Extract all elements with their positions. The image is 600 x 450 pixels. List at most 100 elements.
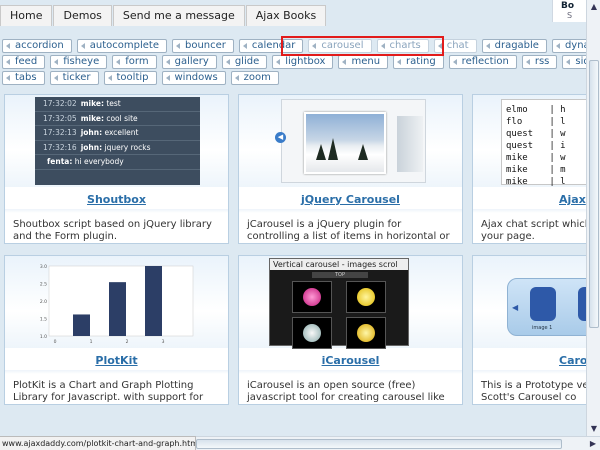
nav-send-message[interactable]: Send me a message bbox=[112, 5, 245, 26]
plot-ytick-label: 1.5 bbox=[40, 317, 47, 323]
tag-reflection[interactable]: reflection bbox=[448, 55, 517, 69]
card-separator bbox=[239, 370, 462, 374]
card-separator bbox=[239, 209, 462, 213]
card-carousel: ◀ image 1 Caro This is a Prototype ver B… bbox=[472, 255, 586, 405]
card-shoutbox: 17:32:02 mike: test 17:32:05 mike: cool si… bbox=[4, 94, 229, 244]
nav-ajax-books[interactable]: Ajax Books bbox=[245, 5, 327, 26]
chat-line: mike | l bbox=[506, 177, 566, 187]
scroll-right-icon[interactable]: ▶ bbox=[587, 438, 599, 450]
plot-ytick-label: 2.0 bbox=[40, 299, 47, 305]
shout-line: 17:32:02 mike: test bbox=[35, 97, 200, 112]
corner-widget-label: Bo bbox=[561, 1, 575, 11]
yellow-flower-icon bbox=[357, 288, 375, 306]
tag-sidenotes[interactable]: sidenotes bbox=[562, 55, 586, 69]
card-jquery-carousel: ◀ jQuery Carousel jCarousel is a jQuery … bbox=[238, 94, 463, 244]
card-title-link[interactable]: Ajax bbox=[473, 191, 586, 209]
shout-time: 17:32:13 bbox=[43, 128, 77, 137]
tag-zoom[interactable]: zoom bbox=[230, 71, 279, 85]
tree-shape bbox=[316, 144, 326, 160]
horizontal-scroll-thumb[interactable] bbox=[196, 439, 562, 449]
nav-home[interactable]: Home bbox=[0, 5, 53, 26]
tag-bouncer[interactable]: bouncer bbox=[171, 39, 234, 53]
card-ajax-chat: elmo | h flo | l quest | w quest | i mike | … bbox=[472, 94, 586, 244]
monster-icon bbox=[530, 287, 556, 321]
carousel-thumbnail[interactable]: ◀ image 1 bbox=[507, 278, 586, 336]
tag-rating[interactable]: rating bbox=[393, 55, 444, 69]
corner-widget[interactable]: Bo S bbox=[552, 0, 586, 22]
yellow-flower-icon bbox=[357, 324, 375, 342]
tag-feed[interactable]: feed bbox=[2, 55, 46, 69]
tag-windows[interactable]: windows bbox=[161, 71, 226, 85]
tag-glide[interactable]: glide bbox=[221, 55, 268, 69]
arrow-left-icon[interactable]: ◀ bbox=[275, 132, 286, 143]
card-separator bbox=[473, 209, 586, 213]
shout-msg: cool site bbox=[106, 113, 138, 123]
tag-calendar[interactable]: calendar bbox=[238, 39, 304, 53]
card-separator bbox=[473, 370, 586, 374]
card-thumbnail-area: ◀ bbox=[239, 95, 462, 187]
card-description: Shoutbox script based on jQuery library … bbox=[13, 219, 212, 242]
card-title-link[interactable]: PlotKit bbox=[5, 352, 228, 370]
card-description-text: This is a Prototype ver Bill Scott's Car… bbox=[481, 380, 586, 403]
tag-cloud: accordion autocomplete bouncer calendar … bbox=[2, 39, 586, 87]
plotkit-chart-thumbnail[interactable]: 1.0 1.5 2.0 2.5 3.0 0 1 2 3 bbox=[35, 262, 200, 346]
shout-time: 17:32:02 bbox=[43, 99, 77, 108]
plot-bar bbox=[109, 282, 126, 336]
shoutbox-thumbnail[interactable]: 17:32:02 mike: test 17:32:05 mike: cool si… bbox=[35, 97, 200, 185]
status-bar-url: www.ajaxdaddy.com/plotkit-chart-and-grap… bbox=[0, 436, 196, 450]
card-title-link[interactable]: iCarousel bbox=[239, 352, 462, 370]
tag-dynamic-content[interactable]: dynamic-conte bbox=[551, 39, 586, 53]
vertical-scroll-thumb[interactable] bbox=[589, 60, 599, 328]
shout-time: 17:32:16 bbox=[43, 142, 77, 152]
top-navigation: Home Demos Send me a message Ajax Books bbox=[0, 5, 327, 26]
tag-fisheye[interactable]: fisheye bbox=[50, 55, 108, 69]
card-description: iCarousel is an open source (free) javas… bbox=[247, 380, 445, 403]
tag-tabs[interactable]: tabs bbox=[2, 71, 45, 85]
tag-carousel[interactable]: carousel bbox=[308, 39, 372, 53]
plot-ytick-label: 1.0 bbox=[40, 334, 47, 340]
tag-lightbox[interactable]: lightbox bbox=[272, 55, 334, 69]
plot-ytick-label: 2.5 bbox=[40, 282, 47, 288]
card-separator bbox=[5, 370, 228, 374]
tag-chat[interactable]: chat bbox=[433, 39, 477, 53]
chat-line: quest | i bbox=[506, 141, 566, 151]
shout-msg: jquery rocks bbox=[104, 142, 151, 152]
card-title-link[interactable]: jQuery Carousel bbox=[239, 191, 462, 209]
tag-ticker[interactable]: ticker bbox=[49, 71, 99, 85]
icarousel-thumbnail[interactable]: Vertical carousel - images scrol TOP bbox=[269, 258, 409, 349]
tag-charts[interactable]: charts bbox=[376, 39, 429, 53]
tag-tooltip[interactable]: tooltip bbox=[103, 71, 157, 85]
browser-viewport: Home Demos Send me a message Ajax Books … bbox=[0, 0, 586, 436]
shout-time: 17:32:05 bbox=[43, 113, 77, 123]
scroll-down-icon[interactable]: ▼ bbox=[588, 423, 600, 435]
tag-autocomplete[interactable]: autocomplete bbox=[76, 39, 167, 53]
tag-menu[interactable]: menu bbox=[338, 55, 389, 69]
tag-dragable[interactable]: dragable bbox=[481, 39, 547, 53]
tag-row-2: feed fisheye form gallery glide lightbox… bbox=[2, 55, 586, 71]
scroll-up-icon[interactable]: ▲ bbox=[588, 1, 600, 13]
tag-accordion[interactable]: accordion bbox=[2, 39, 72, 53]
vertical-scrollbar[interactable]: ▲ ▼ bbox=[586, 0, 600, 436]
white-flower-icon bbox=[303, 324, 321, 342]
demo-grid: 17:32:02 mike: test 17:32:05 mike: cool si… bbox=[4, 94, 586, 436]
carousel-next-item bbox=[397, 116, 423, 172]
card-title-link[interactable]: Shoutbox bbox=[5, 191, 228, 209]
tag-rss[interactable]: rss bbox=[521, 55, 558, 69]
shout-user: john: bbox=[80, 142, 103, 152]
icarousel-top-bar: TOP bbox=[312, 272, 368, 278]
tag-row-1: accordion autocomplete bouncer calendar … bbox=[2, 39, 586, 55]
jcarousel-thumbnail[interactable] bbox=[281, 99, 426, 183]
nav-demos[interactable]: Demos bbox=[53, 5, 112, 26]
icarousel-caption: Vertical carousel - images scrol bbox=[270, 259, 408, 270]
ajax-chat-thumbnail[interactable]: elmo | h flo | l quest | w quest | i mike | … bbox=[501, 99, 586, 187]
tag-form[interactable]: form bbox=[112, 55, 157, 69]
card-title-link[interactable]: Caro bbox=[473, 352, 586, 370]
corner-widget-sub: S bbox=[567, 11, 573, 20]
pink-flower-icon bbox=[303, 288, 321, 306]
shout-user: mike: bbox=[80, 99, 104, 108]
carousel-photo bbox=[304, 112, 386, 174]
card-thumbnail-area: elmo | h flo | l quest | w quest | i mike | … bbox=[473, 95, 586, 187]
tag-gallery[interactable]: gallery bbox=[161, 55, 217, 69]
shout-line: 17:32:16 john: jquery rocks bbox=[35, 141, 200, 155]
plot-xtick-label: 2 bbox=[126, 339, 129, 345]
